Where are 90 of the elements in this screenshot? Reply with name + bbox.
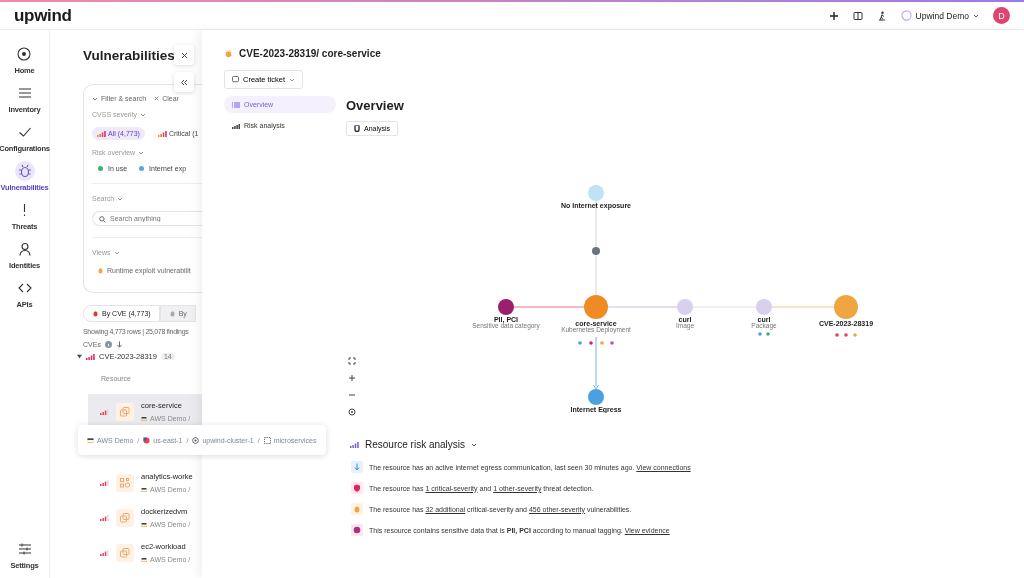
info-icon [104, 341, 112, 348]
resource-icon [116, 402, 134, 421]
status-icon [578, 341, 582, 345]
chevron-down-icon [140, 111, 147, 118]
finding-icon [351, 503, 363, 515]
severity-bars-icon [100, 408, 109, 415]
section-heading: Resource risk analysis [365, 439, 466, 450]
x-icon [154, 96, 160, 101]
fit-view-icon[interactable] [348, 357, 356, 365]
book-icon[interactable] [852, 10, 863, 21]
person-icon [17, 242, 32, 256]
u-logo-icon [354, 125, 360, 132]
signal-bars-icon [350, 441, 359, 448]
drawer-title: CVE-2023-28319/ core-service [239, 48, 381, 59]
chevron-down-icon [92, 95, 98, 102]
path-icon [263, 436, 271, 444]
arrow-down-icon[interactable] [115, 341, 123, 348]
chevron-down-icon [113, 249, 120, 256]
severity-bars-icon [100, 514, 109, 521]
path-icon [143, 436, 151, 444]
collapse-button[interactable] [174, 72, 194, 92]
upwind-logo[interactable]: upwind [14, 5, 72, 26]
cloud-logo-icon [141, 557, 147, 562]
target-icon[interactable] [348, 408, 356, 416]
severity-bars-icon [97, 130, 106, 137]
graph-node[interactable] [588, 389, 604, 405]
checkmark-icon [17, 125, 32, 139]
graph-node[interactable] [584, 295, 608, 319]
resource-icon [116, 543, 134, 562]
finding-icon [351, 461, 363, 473]
double-chevron-left-icon [180, 78, 188, 86]
resource-icon [116, 508, 134, 527]
status-icon [610, 341, 614, 345]
plus-icon[interactable] [828, 10, 839, 21]
bug-icon [97, 267, 104, 274]
egress-arrow [593, 336, 599, 390]
close-icon [180, 51, 188, 59]
ring-icon [900, 10, 912, 21]
status-icon [835, 333, 839, 337]
list-icon [232, 101, 240, 108]
code-icon [17, 281, 32, 295]
zoom-out-icon[interactable] [348, 391, 356, 399]
bug-icon [224, 49, 233, 58]
exclamation-icon [23, 203, 26, 217]
caret-icon[interactable] [77, 354, 82, 359]
chevron-down-icon[interactable] [471, 441, 478, 448]
graph-node[interactable] [588, 185, 604, 201]
cloud-logo-icon [141, 487, 147, 492]
user-avatar[interactable]: D [993, 7, 1010, 24]
chevron-down-icon [138, 149, 145, 156]
graph-node[interactable] [756, 299, 772, 315]
status-icon [589, 341, 593, 345]
graph-node[interactable] [834, 295, 858, 319]
path-icon [192, 436, 200, 444]
finding-icon [351, 482, 363, 494]
connector-line [771, 306, 835, 308]
cloud-logo-icon [141, 416, 147, 421]
bug-icon [17, 164, 32, 178]
chevron-down-icon [289, 76, 296, 83]
signal-bars-icon [232, 122, 240, 129]
zoom-in-icon[interactable] [348, 374, 356, 382]
chevron-down-icon [973, 12, 979, 19]
status-icon [600, 341, 604, 345]
bug-icon [168, 310, 176, 317]
graph-node[interactable] [498, 299, 514, 315]
chevron-down-icon [117, 195, 124, 202]
connector-line [607, 306, 678, 308]
account-switcher[interactable]: Upwind Demo [900, 10, 979, 21]
page-title: Vulnerabilities [83, 48, 175, 63]
severity-bars-icon [86, 353, 95, 360]
severity-bars-icon [100, 549, 109, 556]
status-icon [853, 333, 857, 337]
path-icon [87, 436, 94, 444]
severity-bars-icon [157, 130, 167, 137]
walking-figure-icon[interactable] [876, 10, 887, 21]
menu-icon [17, 86, 32, 100]
section-heading: Overview [346, 98, 404, 113]
status-icon [844, 333, 848, 337]
sliders-icon [17, 542, 32, 556]
junction-node[interactable] [592, 247, 600, 255]
cloud-logo-icon [141, 522, 147, 527]
connector-line [513, 306, 585, 308]
bug-icon [92, 310, 99, 317]
ticket-icon [232, 76, 239, 83]
close-button[interactable] [174, 45, 194, 65]
finding-icon [351, 524, 363, 536]
severity-bars-icon [100, 479, 109, 486]
resource-icon [116, 473, 134, 492]
target-icon [17, 47, 32, 61]
graph-node[interactable] [677, 299, 693, 315]
